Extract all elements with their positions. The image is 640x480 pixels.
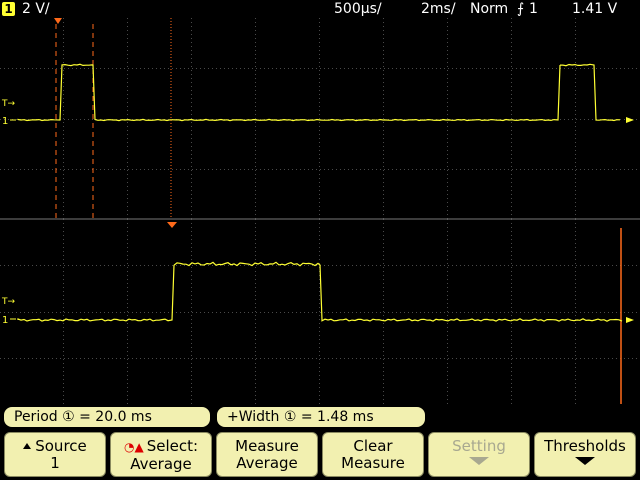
- softkey-bar: Source 1 ◔▲ Select: Average Measure Avera…: [0, 430, 640, 480]
- ground-marker-zoom[interactable]: T→ 1: [1, 297, 16, 326]
- period-value: = 20.0 ms: [79, 409, 152, 425]
- channel-1-circle-icon: ①: [62, 409, 75, 425]
- channel-1-circle-icon: ①: [283, 409, 297, 425]
- trigger-source: 1: [529, 1, 538, 17]
- scope-display[interactable]: T→ 1 T→ 1: [0, 18, 640, 404]
- trigger-mode: Norm: [470, 1, 509, 17]
- triangle-up-icon: [23, 443, 32, 449]
- source-button[interactable]: Source 1: [4, 432, 106, 477]
- channel-1-trace-main: [17, 63, 621, 122]
- svg-text:T→: T→: [1, 297, 15, 307]
- channel-scale: 2 V/: [22, 1, 50, 17]
- timebase-zoom: 2ms/: [421, 1, 456, 17]
- zoom-grid: [0, 219, 640, 404]
- thresholds-button[interactable]: Thresholds: [534, 432, 636, 477]
- select-knob-icon: ◔▲: [123, 440, 144, 454]
- period-measurement: Period ① = 20.0 ms: [4, 407, 210, 427]
- status-bar: 1 2 V/ 500µs/ 2ms/ Norm ⨍ 1 1.41 V: [0, 0, 640, 18]
- width-label: +Width: [227, 409, 280, 425]
- period-label: Period: [14, 409, 58, 425]
- width-value: = 1.48 ms: [300, 409, 374, 425]
- svg-text:T→: T→: [1, 99, 15, 109]
- svg-text:1: 1: [2, 116, 8, 127]
- waveform-area[interactable]: T→ 1 T→ 1: [0, 18, 640, 404]
- width-measurement: +Width ① = 1.48 ms: [217, 407, 425, 427]
- ground-marker-main[interactable]: T→ 1: [1, 99, 16, 127]
- trigger-position-marker-top[interactable]: [54, 18, 62, 24]
- trigger-level-marker-zoom[interactable]: [626, 317, 634, 323]
- measure-average-button[interactable]: Measure Average: [216, 432, 318, 477]
- timebase-main: 500µs/: [334, 1, 382, 17]
- trigger-position-marker-zoom[interactable]: [167, 222, 177, 228]
- channel-1-badge[interactable]: 1: [2, 2, 15, 16]
- select-button[interactable]: ◔▲ Select: Average: [110, 432, 212, 477]
- svg-text:1: 1: [2, 315, 8, 326]
- trigger-level: 1.41 V: [572, 1, 618, 17]
- trigger-edge-icon: ⨍: [517, 1, 525, 17]
- setting-button[interactable]: Setting: [428, 432, 530, 477]
- trigger-level-marker-main[interactable]: [626, 117, 634, 123]
- arrow-down-icon: [469, 457, 489, 465]
- main-grid: [0, 18, 640, 219]
- clear-measure-button[interactable]: Clear Measure: [322, 432, 424, 477]
- arrow-down-icon: [575, 457, 595, 465]
